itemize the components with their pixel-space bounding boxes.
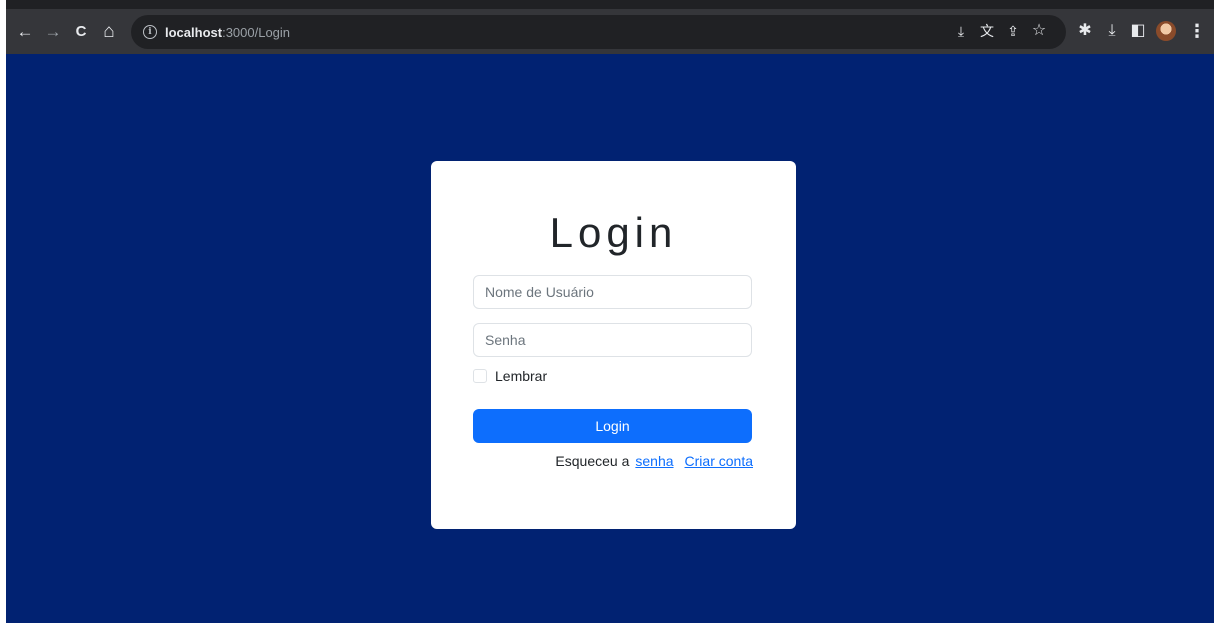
remember-checkbox[interactable] <box>473 369 487 383</box>
login-card: Login Lembrar Login Esqueceu a senha Cri… <box>431 161 796 529</box>
browser-toolbar: ← → C ⌂ i localhost:3000/Login ⤓ 文 ⇪ ☆ ✱… <box>6 9 1214 54</box>
reload-icon[interactable]: C <box>70 20 92 42</box>
url-text[interactable]: localhost:3000/Login <box>165 25 290 40</box>
tab-strip <box>6 0 1214 9</box>
url-host: localhost <box>165 24 223 40</box>
download-icon[interactable]: ⤓ <box>1101 20 1123 42</box>
share-icon[interactable]: ⇪ <box>1002 20 1024 42</box>
login-button[interactable]: Login <box>473 409 752 443</box>
remember-label[interactable]: Lembrar <box>495 368 547 384</box>
browser-window: ← → C ⌂ i localhost:3000/Login ⤓ 文 ⇪ ☆ ✱… <box>6 0 1214 623</box>
page-title: Login <box>549 209 678 256</box>
username-input[interactable] <box>473 275 752 309</box>
site-info-icon[interactable]: i <box>143 25 157 39</box>
page-viewport: Login Lembrar Login Esqueceu a senha Cri… <box>6 54 1214 623</box>
profile-avatar[interactable] <box>1156 21 1176 41</box>
extensions-puzzle-icon[interactable]: ✱ <box>1074 20 1096 42</box>
forward-icon[interactable]: → <box>42 20 64 42</box>
forgot-prefix-text: Esqueceu a <box>555 453 630 469</box>
back-icon[interactable]: ← <box>14 20 36 42</box>
menu-kebab-icon[interactable]: ⋮ <box>1186 20 1208 42</box>
remember-row: Lembrar <box>473 368 547 384</box>
account-links: Esqueceu a senha Criar conta <box>555 453 753 469</box>
translate-icon[interactable]: 文 <box>976 20 998 42</box>
forgot-password-link[interactable]: senha <box>635 453 673 469</box>
side-panel-icon[interactable]: ◧ <box>1127 20 1149 42</box>
create-account-link[interactable]: Criar conta <box>685 453 753 469</box>
address-bar[interactable]: i localhost:3000/Login <box>131 15 1066 49</box>
bookmark-star-icon[interactable]: ☆ <box>1028 20 1050 42</box>
install-app-icon[interactable]: ⤓ <box>950 20 972 42</box>
password-input[interactable] <box>473 323 752 357</box>
home-icon[interactable]: ⌂ <box>98 20 120 42</box>
url-path: :3000/Login <box>222 24 291 40</box>
